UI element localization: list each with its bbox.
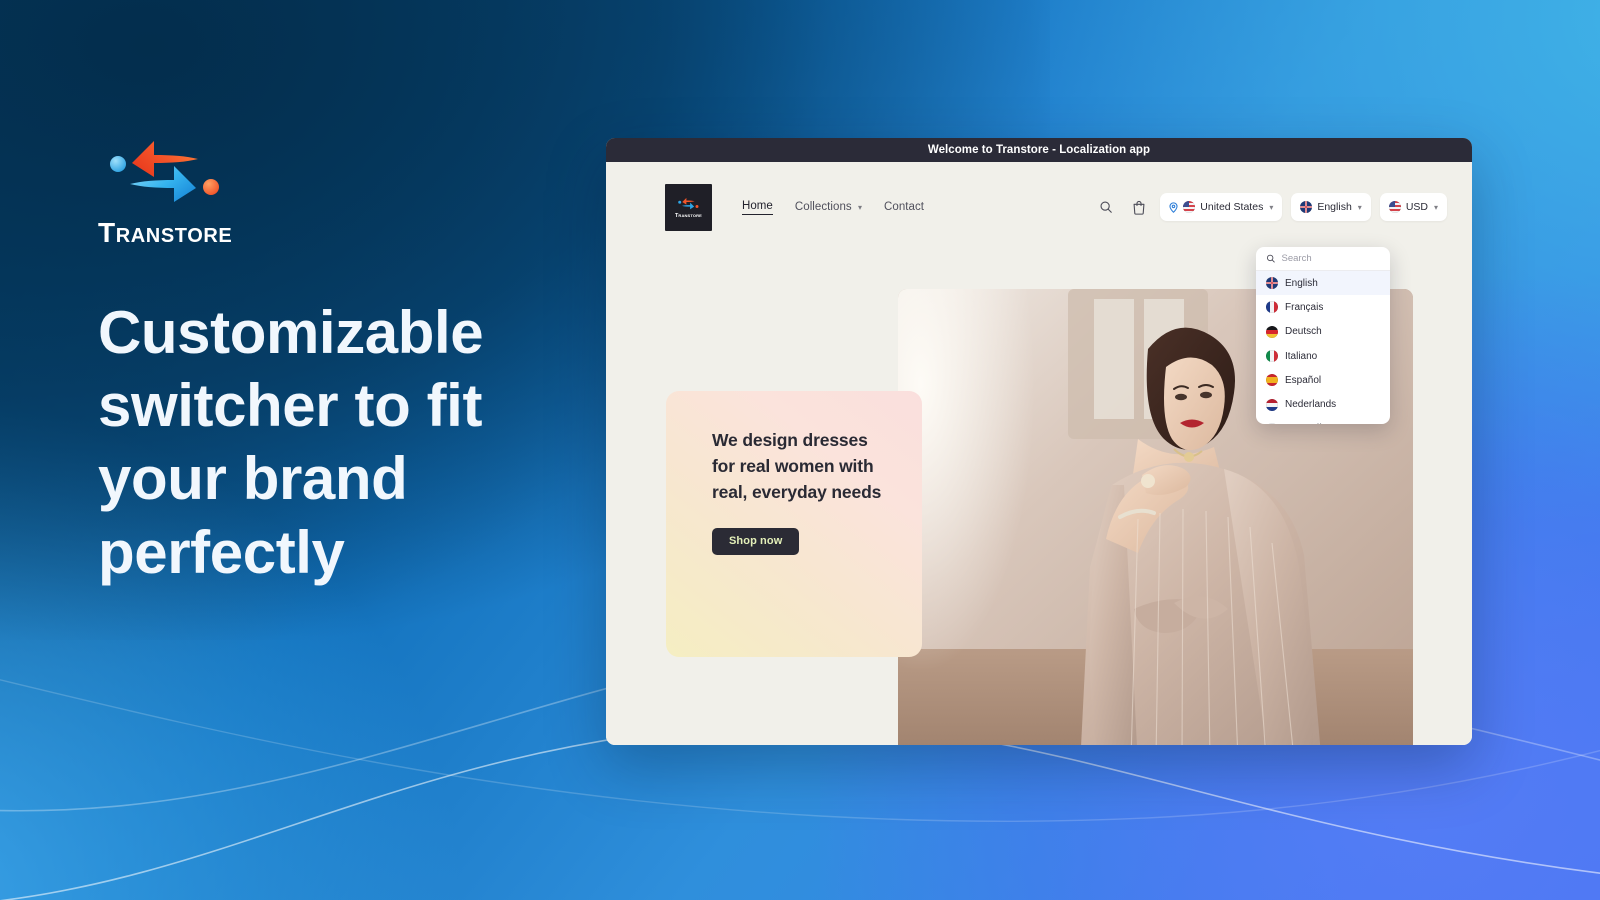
flag-us-icon bbox=[1388, 201, 1401, 213]
two-way-arrows-logo-icon-small bbox=[677, 197, 698, 209]
chevron-down-icon: ▾ bbox=[1269, 202, 1274, 212]
country-selector-label: United States bbox=[1200, 201, 1264, 213]
language-option-label: English bbox=[1285, 277, 1318, 289]
brand-logo bbox=[98, 133, 258, 209]
nav-link-home[interactable]: Home bbox=[742, 200, 773, 215]
chevron-down-icon: ▾ bbox=[1433, 202, 1438, 212]
location-pin-icon bbox=[1169, 201, 1178, 213]
page-headline: Customizable switcher to fit your brand … bbox=[98, 299, 484, 586]
language-option-english[interactable]: English bbox=[1256, 271, 1390, 296]
nav-link-collections-label: Collections bbox=[794, 201, 852, 213]
hero-text-card: We design dresses for real women with re… bbox=[666, 391, 922, 657]
language-selector[interactable]: English ▾ bbox=[1291, 193, 1371, 221]
store-logo-text: Transtore bbox=[674, 212, 703, 219]
browser-title-text: Welcome to Transtore - Localization app bbox=[927, 144, 1151, 156]
language-dropdown: English Français Deutsch Italiano Españo… bbox=[1256, 247, 1390, 424]
flag-gb-icon bbox=[1300, 201, 1313, 213]
nav-link-contact[interactable]: Contact bbox=[884, 201, 924, 213]
search-icon[interactable] bbox=[1094, 195, 1118, 219]
flag-us-icon bbox=[1183, 201, 1196, 213]
currency-selector[interactable]: USD ▾ bbox=[1379, 193, 1447, 221]
language-search-row bbox=[1256, 247, 1390, 271]
flag-de-icon bbox=[1266, 325, 1278, 338]
shop-now-button[interactable]: Shop now bbox=[712, 527, 800, 555]
language-option-francais[interactable]: Français bbox=[1256, 295, 1390, 319]
language-option-espanol[interactable]: Español bbox=[1256, 368, 1390, 392]
language-option-label: Deutsch bbox=[1285, 326, 1322, 338]
two-way-arrows-logo-icon bbox=[110, 141, 219, 202]
promo-copy-panel: Transtore Customizable switcher to fit y… bbox=[98, 133, 568, 589]
browser-title-bar: Welcome to Transtore - Localization app bbox=[606, 138, 1472, 162]
language-option-label: Nederlands bbox=[1285, 399, 1337, 411]
language-option-russian[interactable]: Русский bbox=[1256, 417, 1390, 424]
nav-link-collections[interactable]: Collections ▾ bbox=[795, 201, 862, 213]
language-option-label: Français bbox=[1285, 301, 1324, 313]
language-option-italiano[interactable]: Italiano bbox=[1256, 344, 1390, 368]
flag-nl-icon bbox=[1266, 398, 1278, 411]
nav-link-contact-label: Contact bbox=[884, 201, 925, 213]
store-header-actions: United States ▾ English ▾ USD ▾ bbox=[1094, 193, 1447, 221]
language-search-input[interactable] bbox=[1281, 253, 1380, 264]
store-logo[interactable]: Transtore bbox=[665, 183, 712, 231]
flag-ru-icon bbox=[1266, 422, 1278, 424]
flag-fr-icon bbox=[1266, 301, 1278, 314]
language-option-label: Italiano bbox=[1285, 350, 1318, 362]
chevron-down-icon: ▾ bbox=[857, 203, 863, 212]
language-option-label: Español bbox=[1285, 374, 1322, 386]
promo-banner: Transtore Customizable switcher to fit y… bbox=[0, 0, 1600, 900]
search-icon bbox=[1266, 254, 1275, 263]
flag-it-icon bbox=[1266, 350, 1278, 363]
nav-link-home-label: Home bbox=[742, 199, 773, 212]
browser-window: Welcome to Transtore - Localization app … bbox=[606, 138, 1472, 745]
storefront-page: Transtore Home Collections ▾ Contact Uni… bbox=[606, 162, 1472, 745]
language-option-deutsch[interactable]: Deutsch bbox=[1256, 320, 1390, 344]
language-option-label: Русский bbox=[1285, 423, 1322, 424]
cart-icon[interactable] bbox=[1127, 195, 1151, 219]
brand-name: Transtore bbox=[98, 217, 233, 248]
currency-selector-label: USD bbox=[1405, 201, 1428, 213]
store-nav-links: Home Collections ▾ Contact bbox=[742, 200, 924, 215]
country-selector[interactable]: United States ▾ bbox=[1160, 193, 1283, 221]
flag-es-icon bbox=[1266, 374, 1278, 387]
chevron-down-icon: ▾ bbox=[1357, 202, 1362, 212]
language-selector-label: English bbox=[1317, 201, 1352, 213]
hero-title: We design dresses for real women with re… bbox=[712, 430, 882, 502]
language-option-nederlands[interactable]: Nederlands bbox=[1256, 392, 1390, 416]
flag-gb-icon bbox=[1266, 277, 1278, 290]
store-header: Transtore Home Collections ▾ Contact Uni… bbox=[606, 162, 1472, 252]
